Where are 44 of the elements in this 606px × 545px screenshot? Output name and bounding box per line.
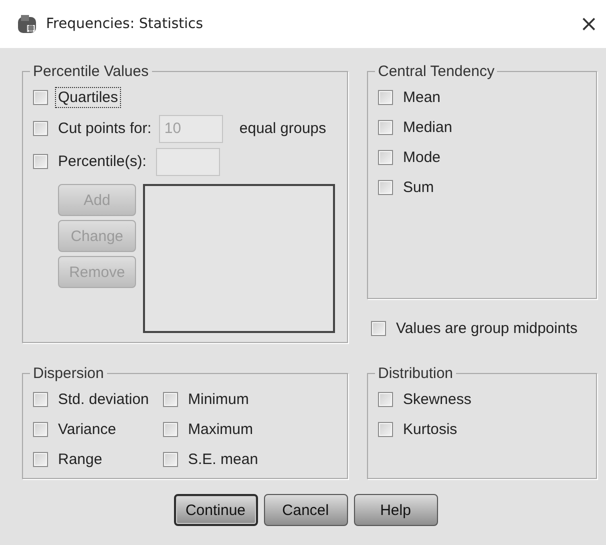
checkbox-label: Median [402, 118, 454, 136]
checkbox[interactable] [163, 422, 178, 436]
checkbox-label: Values are group midpoints [395, 318, 578, 338]
checkbox-label: Sum [402, 178, 435, 196]
checkbox[interactable] [163, 392, 178, 406]
checkbox-label: Mode [402, 148, 442, 166]
checkbox-label: Skewness [402, 390, 472, 408]
checkbox[interactable] [163, 452, 178, 466]
checkbox-label: Mean [402, 88, 442, 106]
dialog-button[interactable]: Continue [174, 494, 258, 526]
group-title: Dispersion [32, 365, 105, 382]
checkbox[interactable] [33, 392, 48, 406]
group-title: Percentile Values [32, 63, 150, 80]
group-title: Central Tendency [377, 63, 496, 80]
checkbox[interactable] [378, 90, 393, 104]
percentile-list[interactable] [143, 184, 335, 333]
checkbox[interactable] [378, 392, 393, 406]
checkbox[interactable] [33, 154, 48, 169]
app-icon [16, 14, 38, 34]
field-suffix: equal groups [239, 120, 326, 137]
input-field[interactable] [156, 148, 220, 176]
checkbox-label: Kurtosis [402, 420, 458, 438]
checkbox-label: Minimum [187, 390, 250, 408]
dialog-button[interactable]: Help [354, 494, 438, 526]
checkbox[interactable] [371, 320, 386, 336]
group-title: Distribution [377, 365, 454, 382]
checkbox[interactable] [33, 422, 48, 436]
checkbox[interactable] [378, 180, 393, 194]
checkbox-label: Cut points for: [57, 119, 152, 138]
checkbox[interactable] [33, 452, 48, 466]
checkbox-label: Quartiles [56, 88, 120, 106]
dialog-button[interactable]: Cancel [264, 494, 348, 526]
checkbox-label: Std. deviation [57, 390, 150, 408]
checkbox-label: Maximum [187, 420, 254, 438]
checkbox-label: S.E. mean [187, 450, 260, 468]
checkbox-label: Variance [57, 420, 118, 438]
checkbox[interactable] [378, 150, 393, 164]
checkbox-label: Percentile(s): [57, 152, 148, 171]
checkbox-label: Range [57, 450, 104, 468]
checkbox[interactable] [33, 90, 48, 104]
close-button[interactable]: × [580, 12, 598, 36]
checkbox[interactable] [378, 120, 393, 134]
checkbox[interactable] [378, 422, 393, 436]
window-title: Frequencies: Statistics [46, 16, 204, 32]
